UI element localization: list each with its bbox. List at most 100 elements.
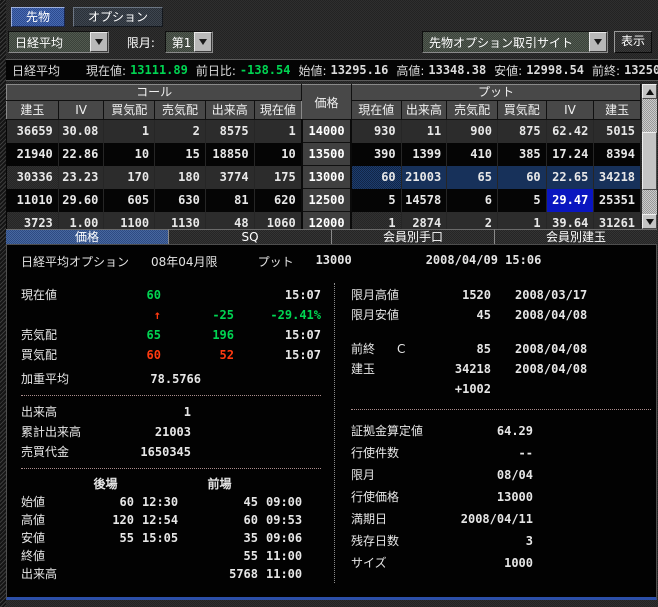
put-vol[interactable]: 14578 bbox=[401, 189, 447, 212]
tab-options[interactable]: オプション bbox=[73, 7, 163, 27]
strike-cell[interactable]: 13500 bbox=[302, 143, 352, 166]
dropdown-arrow-icon[interactable] bbox=[90, 32, 108, 52]
show-button[interactable]: 表示 bbox=[614, 31, 652, 53]
call-bid[interactable]: 10 bbox=[104, 143, 155, 166]
put-ask[interactable]: 6 bbox=[447, 189, 498, 212]
contract-month-select[interactable]: 第1 bbox=[165, 31, 213, 53]
call-ask[interactable]: 15 bbox=[155, 143, 206, 166]
option-ask: 65 bbox=[111, 325, 161, 345]
call-vol[interactable]: 3774 bbox=[205, 166, 254, 189]
put-last[interactable]: 930 bbox=[351, 120, 401, 143]
pm-high: 120 bbox=[77, 511, 134, 529]
strike-price: 13000 bbox=[316, 253, 352, 270]
am-high-time: 09:53 bbox=[258, 511, 305, 529]
call-iv[interactable]: 22.86 bbox=[58, 143, 104, 166]
tab-firm-trades[interactable]: 会員別手口 bbox=[331, 229, 494, 244]
put-oi[interactable]: 34218 bbox=[594, 166, 641, 189]
strike-cell[interactable]: 14000 bbox=[302, 120, 352, 143]
put-bid[interactable]: 60 bbox=[497, 166, 546, 189]
underlying-select[interactable]: 日経平均 bbox=[8, 31, 109, 53]
control-bar: 日経平均 限月: 第1 先物オプション取引サイト 表示 bbox=[8, 31, 654, 53]
put-bid[interactable]: 875 bbox=[497, 120, 546, 143]
tab-price[interactable]: 価格 bbox=[6, 229, 168, 244]
put-oi[interactable]: 25351 bbox=[594, 189, 641, 212]
call-last[interactable]: 175 bbox=[254, 166, 302, 189]
last-label: 現在値 bbox=[21, 285, 111, 305]
trading-app-window: 先物 オプション 日経平均 限月: 第1 先物オプション取引サイト 表示 日経平… bbox=[0, 0, 658, 607]
put-oi-header: 建玉 bbox=[594, 101, 641, 120]
column-divider bbox=[334, 283, 335, 583]
call-oi[interactable]: 21940 bbox=[7, 143, 59, 166]
put-ask[interactable]: 410 bbox=[447, 143, 498, 166]
call-ask[interactable]: 630 bbox=[155, 189, 206, 212]
put-vol[interactable]: 11 bbox=[401, 120, 447, 143]
call-iv[interactable]: 29.60 bbox=[58, 189, 104, 212]
dropdown-arrow-icon[interactable] bbox=[194, 32, 212, 52]
scroll-down-icon[interactable] bbox=[642, 214, 657, 229]
prev-close-flag: C bbox=[397, 339, 405, 359]
put-vol[interactable]: 1399 bbox=[401, 143, 447, 166]
put-ask[interactable]: 900 bbox=[447, 120, 498, 143]
scroll-up-icon[interactable] bbox=[642, 84, 657, 99]
call-last[interactable]: 10 bbox=[254, 143, 302, 166]
prev-close-value: 85 bbox=[447, 339, 491, 359]
call-last[interactable]: 1 bbox=[254, 120, 302, 143]
call-oi[interactable]: 36659 bbox=[7, 120, 59, 143]
dropdown-arrow-icon[interactable] bbox=[589, 32, 607, 52]
call-bid[interactable]: 170 bbox=[104, 166, 155, 189]
call-ask[interactable]: 2 bbox=[155, 120, 206, 143]
separator bbox=[351, 409, 651, 410]
call-vol[interactable]: 18850 bbox=[205, 143, 254, 166]
prev-close-label: 前終C bbox=[351, 339, 447, 359]
call-iv[interactable]: 30.08 bbox=[58, 120, 104, 143]
call-bid-header: 買気配 bbox=[104, 101, 155, 120]
call-ask[interactable]: 180 bbox=[155, 166, 206, 189]
contract-month-value: 第1 bbox=[166, 34, 194, 51]
pm-low-time: 15:05 bbox=[134, 529, 181, 547]
chain-scrollbar[interactable] bbox=[642, 84, 657, 229]
pm-high-time: 12:54 bbox=[134, 511, 181, 529]
cum-volume-value: 21003 bbox=[116, 422, 191, 442]
turnover-label: 売買代金 bbox=[21, 442, 116, 462]
put-iv[interactable]: 62.42 bbox=[546, 120, 594, 143]
put-iv[interactable]: 22.65 bbox=[546, 166, 594, 189]
put-ask[interactable]: 65 bbox=[447, 166, 498, 189]
put-oi[interactable]: 8394 bbox=[594, 143, 641, 166]
put-last[interactable]: 60 bbox=[351, 166, 401, 189]
call-vol[interactable]: 8575 bbox=[205, 120, 254, 143]
put-oi[interactable]: 5015 bbox=[594, 120, 641, 143]
put-iv-selected-cell[interactable]: 29.47 bbox=[546, 189, 594, 212]
call-oi[interactable]: 11010 bbox=[7, 189, 59, 212]
call-iv[interactable]: 23.23 bbox=[58, 166, 104, 189]
tab-firm-oi[interactable]: 会員別建玉 bbox=[494, 229, 657, 244]
tab-futures[interactable]: 先物 bbox=[11, 7, 65, 27]
call-oi[interactable]: 30336 bbox=[7, 166, 59, 189]
call-bid[interactable]: 605 bbox=[104, 189, 155, 212]
tab-sq[interactable]: SQ bbox=[168, 229, 331, 244]
session-low-label: 安値 bbox=[21, 529, 77, 547]
strike-cell[interactable]: 13000 bbox=[302, 166, 352, 189]
put-last[interactable]: 5 bbox=[351, 189, 401, 212]
last-time: 15:07 bbox=[234, 285, 321, 305]
pm-open-time: 12:30 bbox=[134, 493, 181, 511]
site-select[interactable]: 先物オプション取引サイト bbox=[422, 31, 608, 53]
put-last[interactable]: 390 bbox=[351, 143, 401, 166]
am-low: 35 bbox=[181, 529, 258, 547]
am-close: 55 bbox=[181, 547, 258, 565]
margin-calc-label: 証拠金算定値 bbox=[351, 420, 455, 442]
index-quote-bar: 日経平均 現在値: 13111.89 前日比: -138.54 始値: 1329… bbox=[6, 59, 658, 81]
put-iv[interactable]: 17.24 bbox=[546, 143, 594, 166]
volume-value: 1 bbox=[116, 402, 191, 422]
size-value: 1000 bbox=[455, 552, 533, 574]
scrollbar-thumb[interactable] bbox=[642, 132, 657, 190]
put-bid[interactable]: 5 bbox=[497, 189, 546, 212]
put-bid[interactable]: 385 bbox=[497, 143, 546, 166]
pm-close-time bbox=[134, 547, 181, 565]
put-vol[interactable]: 21003 bbox=[401, 166, 447, 189]
am-low-time: 09:06 bbox=[258, 529, 305, 547]
call-last[interactable]: 620 bbox=[254, 189, 302, 212]
strike-cell[interactable]: 12500 bbox=[302, 189, 352, 212]
put-vol-header: 出来高 bbox=[401, 101, 447, 120]
call-bid[interactable]: 1 bbox=[104, 120, 155, 143]
call-vol[interactable]: 81 bbox=[205, 189, 254, 212]
